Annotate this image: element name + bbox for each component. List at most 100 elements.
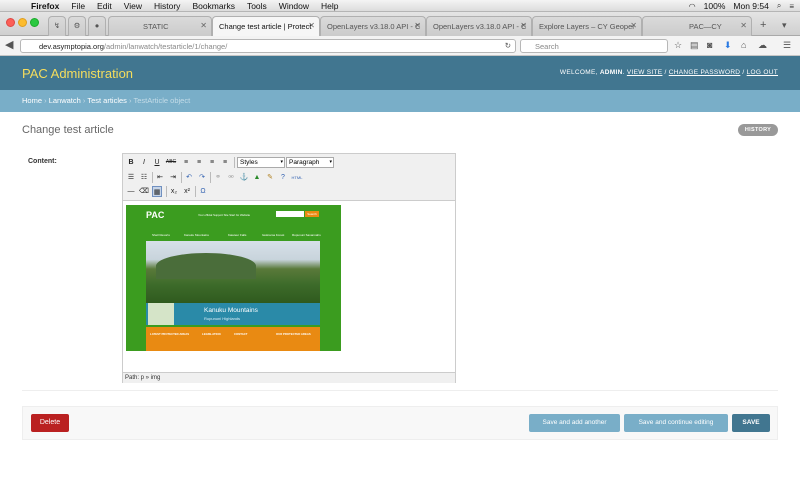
notification-icon[interactable]: ≡ [789,2,794,11]
underline-button[interactable]: U [152,157,162,168]
menu-edit[interactable]: Edit [97,1,112,11]
mac-menubar: Firefox File Edit View History Bookmarks… [0,0,800,12]
subscript-button[interactable]: x₂ [169,186,179,197]
spotlight-icon[interactable]: ⌕ [777,1,781,11]
pinned-tab-github[interactable]: ● [88,16,106,36]
wifi-icon[interactable]: ◠ [689,2,696,11]
save-and-continue-button[interactable]: Save and continue editing [624,414,728,432]
tab-static[interactable]: STATIC ✕ [108,16,212,36]
pac-feature-title: Kanuku Mountains [204,307,258,314]
link-icon[interactable]: ⚭ [213,172,223,183]
align-right-icon[interactable]: ≡ [207,157,217,168]
editor-toolbar-row-3: — ⌫ ▦ x₂ x² Ω [123,185,455,199]
log-out-link[interactable]: Log out [747,69,778,76]
delete-button[interactable]: Delete [31,414,69,432]
tab-pac-cy[interactable]: PAC—CY ✕ [642,16,752,36]
menu-window[interactable]: Window [279,1,309,11]
align-center-icon[interactable]: ≡ [194,157,204,168]
close-tab-icon[interactable]: ✕ [308,21,315,30]
change-password-link[interactable]: Change password [669,69,741,76]
save-and-add-another-button[interactable]: Save and add another [529,414,620,432]
search-input[interactable]: Search [520,39,668,53]
styles-select[interactable]: Styles ▾ [237,157,285,168]
pac-tagline: Your official Support Site Start for Web… [198,213,251,217]
bold-button[interactable]: B [126,157,136,168]
redo-icon[interactable]: ↷ [197,172,207,183]
strikethrough-button[interactable]: ABC [165,157,177,168]
download-icon[interactable]: ⬇ [724,40,732,51]
cleanup-icon[interactable]: ✎ [265,172,275,183]
align-left-icon[interactable]: ≡ [181,157,191,168]
align-justify-icon[interactable]: ≡ [220,157,230,168]
indent-icon[interactable]: ⇥ [168,172,178,183]
pac-orange-block: OUR PROTECTED AREAS [276,332,311,336]
pinned-tab-1[interactable]: ↯ [48,16,66,36]
close-tab-icon[interactable]: ✕ [630,21,637,30]
hamburger-menu-icon[interactable]: ☰ [783,40,791,51]
home-icon[interactable]: ⌂ [741,40,746,50]
reload-icon[interactable]: ↻ [505,41,511,50]
tab-label: Change test article | Protect [219,22,312,31]
tab-openlayers-1[interactable]: OpenLayers v3.18.0 API - C ✕ [320,16,426,36]
format-select[interactable]: Paragraph ▾ [286,157,334,168]
save-button[interactable]: SAVE [732,414,770,432]
pinned-tab-2[interactable]: ⚙ [68,16,86,36]
bookmark-star-icon[interactable]: ☆ [674,40,682,51]
divider [22,390,778,391]
outdent-icon[interactable]: ⇤ [155,172,165,183]
site-title[interactable]: PAC Administration [22,66,133,81]
superscript-button[interactable]: x² [182,186,192,197]
editor-path-status: Path: p » img [123,372,455,383]
battery-label[interactable]: 100% [704,1,726,11]
menu-file[interactable]: File [71,1,85,11]
breadcrumb-home[interactable]: Home [22,96,42,105]
editor-content-area[interactable]: PAC Your official Support Site Start for… [123,200,455,372]
pac-menu: Shell Resorts Kanuku Mountains Kaieteur … [126,233,341,239]
reading-list-icon[interactable]: ▤ [690,40,699,51]
menu-bookmarks[interactable]: Bookmarks [192,1,235,11]
history-button[interactable]: HISTORY [738,124,778,136]
italic-button[interactable]: I [139,157,149,168]
html-source-button[interactable]: HTML [291,172,303,183]
embedded-website-image[interactable]: PAC Your official Support Site Start for… [126,205,341,351]
tab-openlayers-2[interactable]: OpenLayers v3.18.0 API - C ✕ [426,16,532,36]
minimize-window-icon[interactable] [18,18,27,27]
image-icon[interactable]: ▲ [252,172,262,183]
horizontal-rule-icon[interactable]: — [126,186,136,197]
menu-history[interactable]: History [154,1,180,11]
new-tab-icon[interactable]: + [760,19,766,31]
undo-icon[interactable]: ↶ [184,172,194,183]
tab-explore-layers[interactable]: Explore Layers – CY Geoper ✕ [532,16,642,36]
menu-view[interactable]: View [124,1,142,11]
close-tab-icon[interactable]: ✕ [520,21,527,30]
numbered-list-icon[interactable]: ☷ [139,172,149,183]
pac-orange-block: LEGISLATION [202,332,221,336]
pocket-icon[interactable]: ◙ [707,40,712,50]
clock[interactable]: Mon 9:54 [733,1,768,11]
toolbar-separator [195,186,196,197]
help-icon[interactable]: ? [278,172,288,183]
visual-aid-icon[interactable]: ▦ [152,186,162,197]
special-char-button[interactable]: Ω [198,186,208,197]
menu-tools[interactable]: Tools [247,1,267,11]
menu-help[interactable]: Help [321,1,338,11]
tab-label: Explore Layers – CY Geoper [539,22,635,31]
close-tab-icon[interactable]: ✕ [414,21,421,30]
back-icon[interactable]: ◀ [5,38,13,51]
close-window-icon[interactable] [6,18,15,27]
menu-firefox[interactable]: Firefox [31,1,59,11]
chat-icon[interactable]: ☁ [758,40,767,51]
view-site-link[interactable]: View site [627,69,663,76]
close-tab-icon[interactable]: ✕ [200,21,207,30]
tab-change-test-article[interactable]: Change test article | Protect ✕ [212,16,320,36]
anchor-icon[interactable]: ⚓ [239,172,249,183]
breadcrumb-model[interactable]: Test articles [87,96,127,105]
bullet-list-icon[interactable]: ☰ [126,172,136,183]
zoom-window-icon[interactable] [30,18,39,27]
url-bar[interactable]: dev.asymptopia.org/admin/lanwatch/testar… [20,39,516,53]
remove-format-icon[interactable]: ⌫ [139,186,149,197]
breadcrumb-app[interactable]: Lanwatch [49,96,81,105]
unlink-icon[interactable]: ⚮ [226,172,236,183]
close-tab-icon[interactable]: ✕ [740,21,747,30]
tab-list-icon[interactable]: ▾ [782,20,787,31]
